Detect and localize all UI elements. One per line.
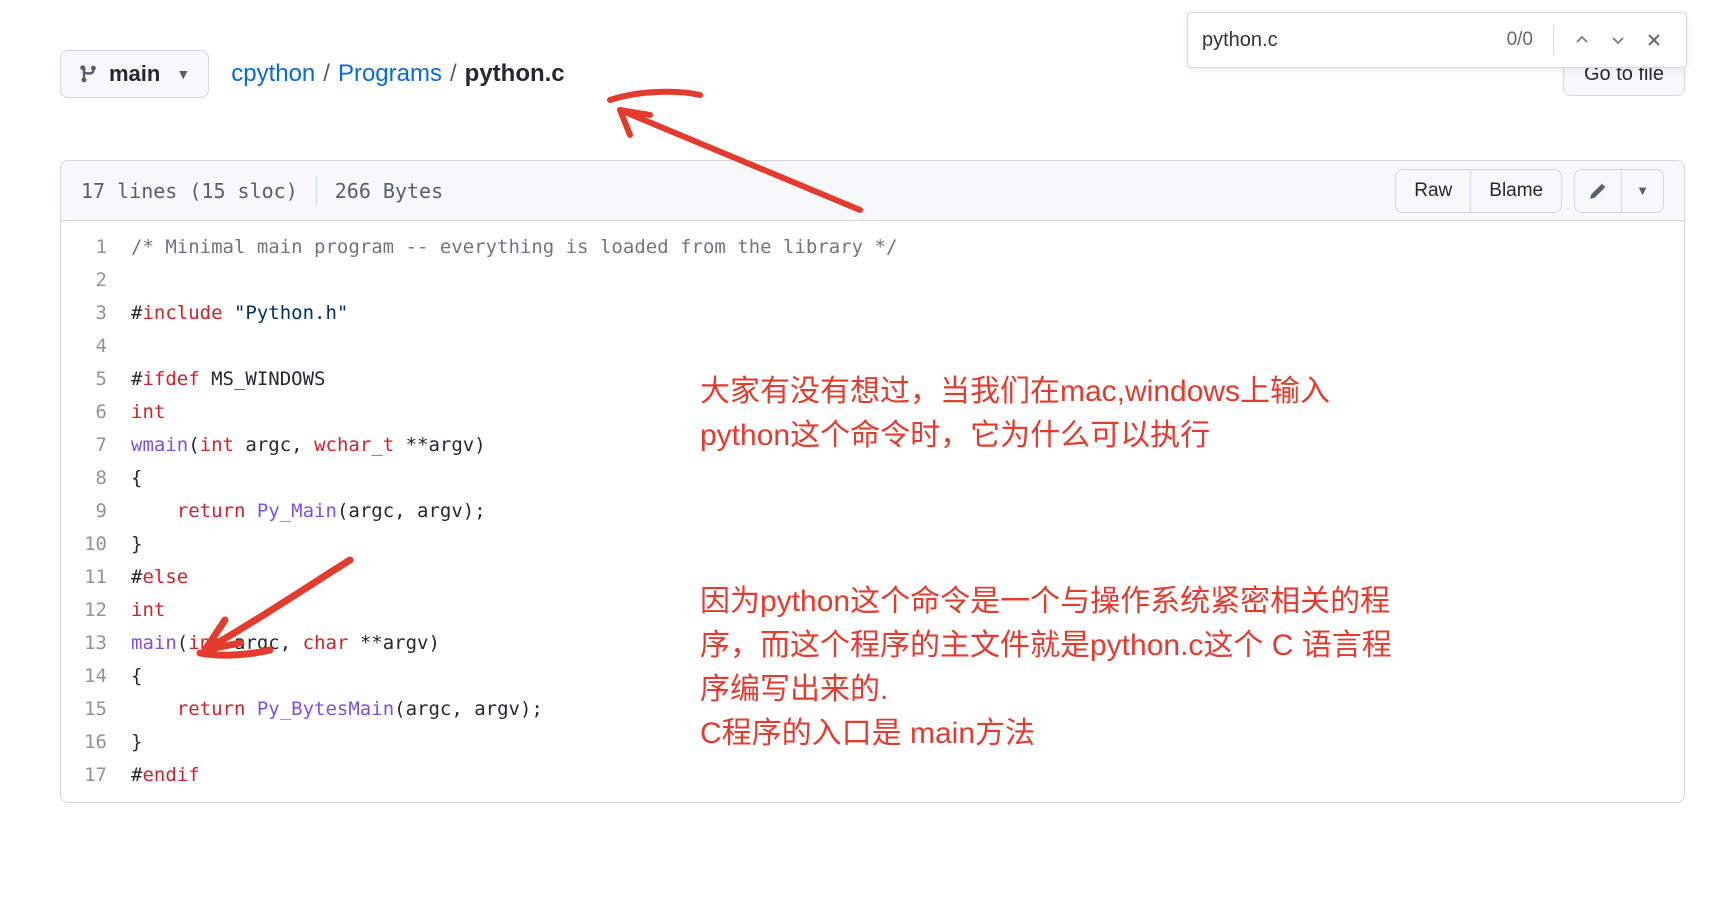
code-line: 2	[61, 264, 1684, 297]
chevron-down-icon	[1610, 32, 1626, 48]
code-line: 6int	[61, 396, 1684, 429]
breadcrumb-sep: /	[444, 60, 463, 88]
code-line: 3#include "Python.h"	[61, 297, 1684, 330]
code-line: 14{	[61, 660, 1684, 693]
find-separator	[1553, 25, 1554, 55]
line-content[interactable]: #endif	[131, 759, 1684, 792]
line-content[interactable]: }	[131, 726, 1684, 759]
line-number[interactable]: 16	[61, 726, 131, 759]
file-info-separator	[316, 176, 317, 206]
caret-down-icon: ▼	[1636, 183, 1649, 198]
breadcrumb-sep: /	[317, 60, 336, 88]
find-input[interactable]	[1202, 29, 1497, 52]
code-line: 15 return Py_BytesMain(argc, argv);	[61, 693, 1684, 726]
line-content[interactable]: }	[131, 528, 1684, 561]
file-bytes-info: 266 Bytes	[335, 179, 443, 203]
file-header: 17 lines (15 sloc) 266 Bytes Raw Blame ▼	[61, 161, 1684, 221]
close-icon	[1646, 32, 1662, 48]
code-line: 7wmain(int argc, wchar_t **argv)	[61, 429, 1684, 462]
line-content[interactable]	[131, 330, 1684, 363]
git-branch-icon	[79, 64, 99, 84]
line-number[interactable]: 8	[61, 462, 131, 495]
breadcrumb-folder[interactable]: Programs	[338, 60, 442, 88]
code-line: 13main(int argc, char **argv)	[61, 627, 1684, 660]
line-number[interactable]: 11	[61, 561, 131, 594]
line-content[interactable]	[131, 264, 1684, 297]
line-number[interactable]: 5	[61, 363, 131, 396]
code-line: 1/* Minimal main program -- everything i…	[61, 231, 1684, 264]
line-number[interactable]: 7	[61, 429, 131, 462]
code-line: 16}	[61, 726, 1684, 759]
branch-label: main	[109, 61, 160, 87]
line-content[interactable]: wmain(int argc, wchar_t **argv)	[131, 429, 1684, 462]
line-number[interactable]: 13	[61, 627, 131, 660]
code-line: 4	[61, 330, 1684, 363]
line-number[interactable]: 4	[61, 330, 131, 363]
code-line: 5#ifdef MS_WINDOWS	[61, 363, 1684, 396]
line-content[interactable]: int	[131, 396, 1684, 429]
branch-selector[interactable]: main ▼	[60, 50, 209, 98]
line-number[interactable]: 17	[61, 759, 131, 792]
find-next-button[interactable]	[1604, 26, 1632, 54]
breadcrumb-current: python.c	[465, 60, 565, 88]
line-content[interactable]: #ifdef MS_WINDOWS	[131, 363, 1684, 396]
raw-button[interactable]: Raw	[1396, 170, 1471, 212]
raw-blame-group: Raw Blame	[1395, 169, 1562, 213]
code-line: 12int	[61, 594, 1684, 627]
code-line: 8{	[61, 462, 1684, 495]
line-content[interactable]: return Py_BytesMain(argc, argv);	[131, 693, 1684, 726]
line-content[interactable]: {	[131, 462, 1684, 495]
line-content[interactable]: #else	[131, 561, 1684, 594]
pencil-icon	[1589, 182, 1607, 200]
find-count: 0/0	[1507, 29, 1533, 51]
caret-down-icon: ▼	[176, 66, 190, 82]
code-line: 11#else	[61, 561, 1684, 594]
line-content[interactable]: #include "Python.h"	[131, 297, 1684, 330]
line-number[interactable]: 10	[61, 528, 131, 561]
file-view: 17 lines (15 sloc) 266 Bytes Raw Blame ▼…	[60, 160, 1685, 803]
find-close-button[interactable]	[1640, 26, 1668, 54]
file-lines-info: 17 lines (15 sloc)	[81, 179, 298, 203]
line-number[interactable]: 9	[61, 495, 131, 528]
line-number[interactable]: 1	[61, 231, 131, 264]
chevron-up-icon	[1574, 32, 1590, 48]
find-prev-button[interactable]	[1568, 26, 1596, 54]
line-content[interactable]: return Py_Main(argc, argv);	[131, 495, 1684, 528]
code-body: 1/* Minimal main program -- everything i…	[61, 221, 1684, 802]
breadcrumb: cpython / Programs / python.c	[231, 60, 564, 88]
line-content[interactable]: /* Minimal main program -- everything is…	[131, 231, 1684, 264]
file-actions: Raw Blame ▼	[1395, 169, 1664, 213]
edit-more-group: ▼	[1574, 169, 1664, 213]
line-content[interactable]: main(int argc, char **argv)	[131, 627, 1684, 660]
line-number[interactable]: 14	[61, 660, 131, 693]
line-number[interactable]: 3	[61, 297, 131, 330]
line-number[interactable]: 15	[61, 693, 131, 726]
edit-button[interactable]	[1575, 170, 1622, 212]
blame-button[interactable]: Blame	[1471, 170, 1561, 212]
find-in-page-bar: 0/0	[1187, 12, 1687, 68]
line-number[interactable]: 12	[61, 594, 131, 627]
line-number[interactable]: 6	[61, 396, 131, 429]
code-line: 17#endif	[61, 759, 1684, 792]
line-content[interactable]: int	[131, 594, 1684, 627]
code-line: 10}	[61, 528, 1684, 561]
line-content[interactable]: {	[131, 660, 1684, 693]
code-line: 9 return Py_Main(argc, argv);	[61, 495, 1684, 528]
more-actions-button[interactable]: ▼	[1622, 170, 1663, 212]
line-number[interactable]: 2	[61, 264, 131, 297]
breadcrumb-root[interactable]: cpython	[231, 60, 315, 88]
